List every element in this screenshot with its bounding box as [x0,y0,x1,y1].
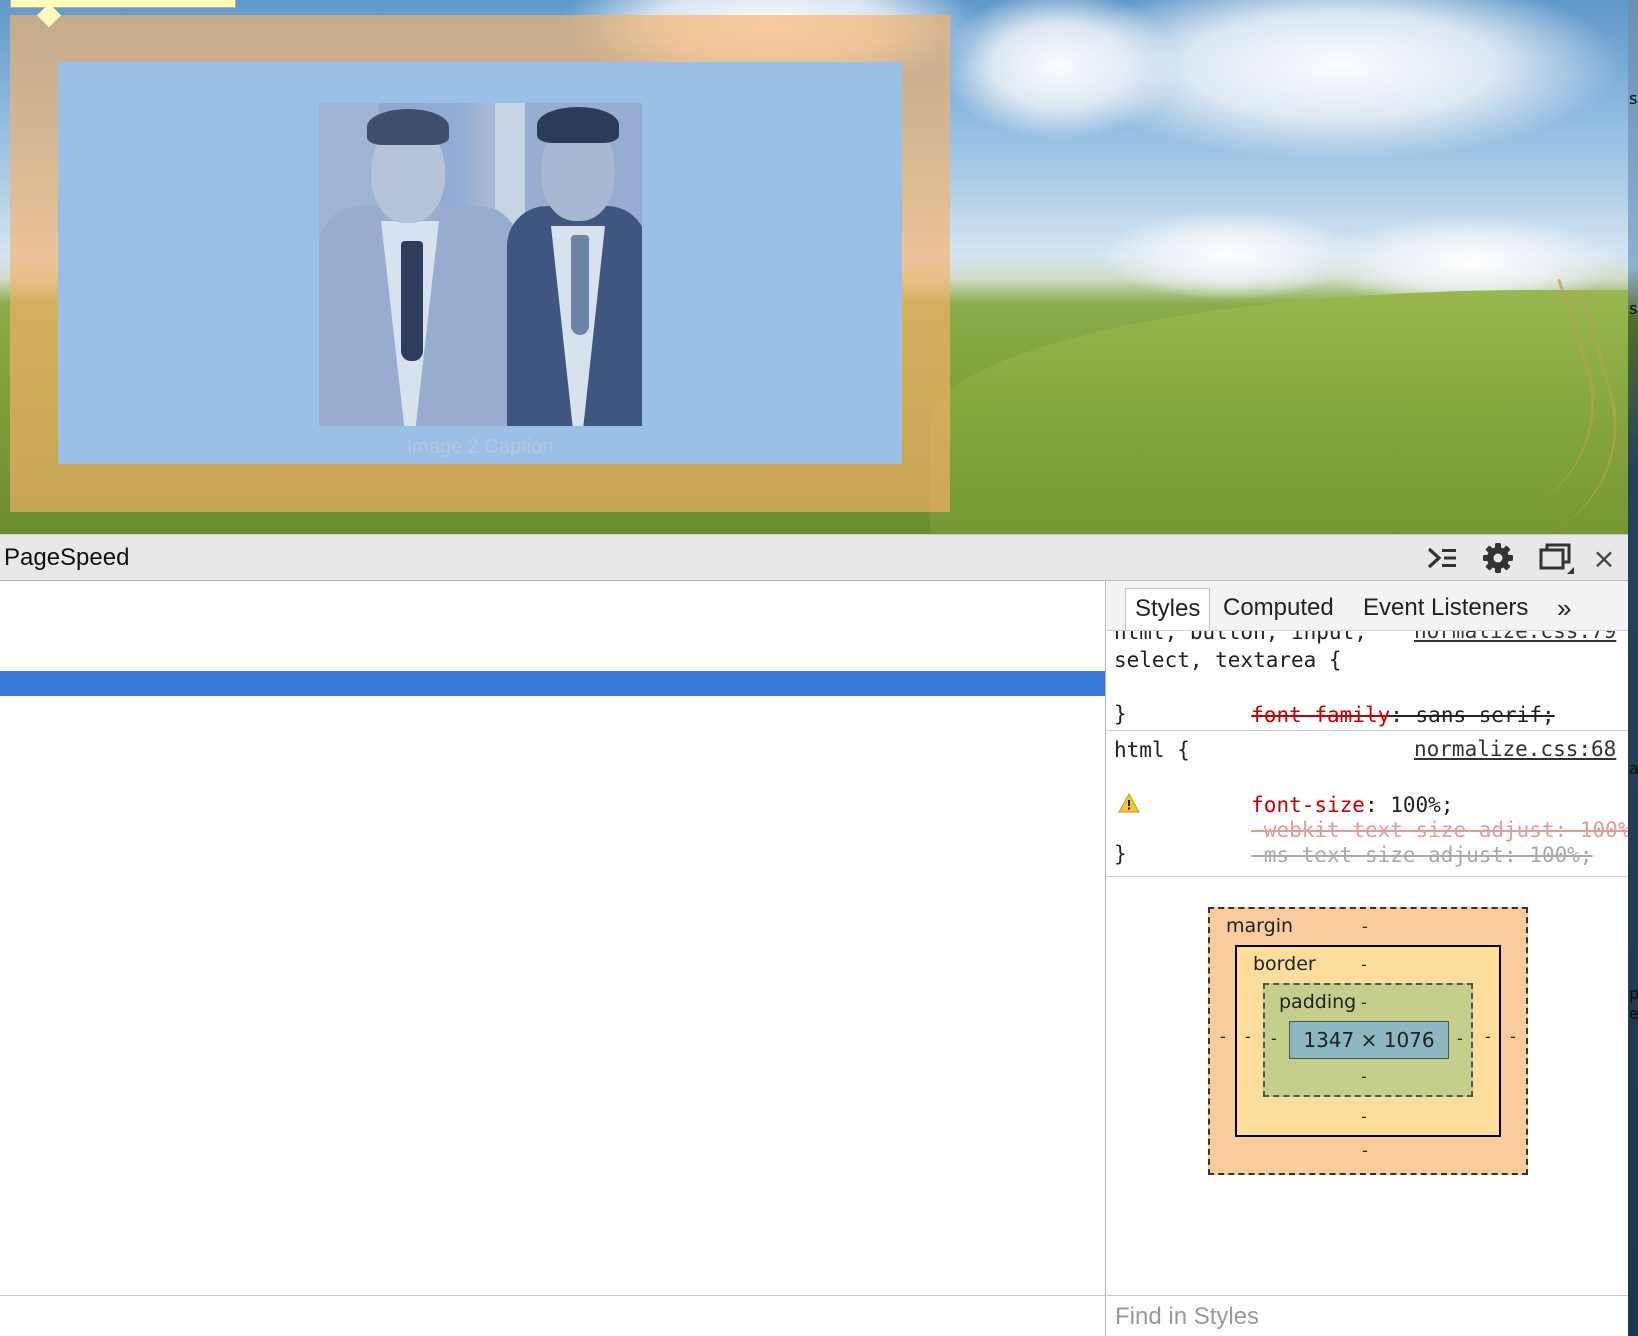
padding-right-value: - [1457,1029,1463,1048]
edge-fragment: s [1629,89,1638,108]
rule-source-link[interactable]: normalize.css:68 [1414,737,1616,761]
margin-top-value: - [1362,917,1368,936]
panel-footer [0,1295,1105,1336]
declaration[interactable]: -ms-text-size-adjust: 100%; [1150,816,1593,894]
padding-left-value: - [1271,1029,1277,1048]
man1-tie [401,241,423,361]
rule-selector: html { [1114,738,1190,762]
box-model-padding[interactable]: padding - - - - 1347 × 1076 [1263,983,1473,1097]
rule-divider [1107,876,1628,877]
box-model-border[interactable]: border - - - - padding - - - - 1347 × 10… [1235,945,1501,1137]
edge-fragment: e [1629,1004,1638,1023]
tab-styles[interactable]: Styles [1125,588,1211,630]
border-top-value: - [1361,955,1367,974]
sidebar-tabs: Styles Computed Event Listeners » [1107,581,1628,631]
pagespeed-panel [0,581,1106,1336]
edge-fragment: a [1629,759,1638,778]
box-model-content-size[interactable]: 1347 × 1076 [1289,1021,1449,1059]
rule-close-brace: } [1114,842,1127,866]
margin-left-value: - [1220,1027,1226,1046]
style-rule: html { normalize.css:68 font-size: 100%;… [1107,731,1628,871]
padding-top-value: - [1361,993,1367,1012]
box-model-margin[interactable]: margin - - - - border - - - - padding - … [1208,907,1528,1175]
find-in-styles-bar [1107,1295,1628,1336]
settings-gear-icon[interactable] [1480,541,1516,575]
rule-close-brace: } [1114,702,1127,726]
border-right-value: - [1485,1027,1491,1046]
console-drawer-icon[interactable] [1424,541,1460,575]
man2-tie [571,235,589,335]
page-viewport: Image 2 Caption [0,0,1628,534]
warning-icon [1118,792,1140,817]
rule-selector: select, textarea { [1114,648,1342,672]
margin-label: margin [1226,915,1294,937]
padding-label: padding [1279,991,1357,1013]
colon: : [1390,703,1416,727]
border-left-value: - [1245,1027,1251,1046]
colon: : [1504,843,1530,867]
close-icon[interactable]: × [1590,541,1618,575]
tab-event-listeners[interactable]: Event Listeners [1363,588,1528,630]
man2-hair [537,107,619,143]
man1-hair [367,109,449,145]
border-label: border [1253,953,1316,975]
styles-sidebar: html, button, input, normalize.css:79 se… [1107,581,1628,1336]
property-value: sans-serif; [1415,703,1555,727]
selected-list-row[interactable] [0,671,1105,696]
background-window-edge: s s a p e [1628,0,1638,1336]
property-name: font-family [1251,703,1391,727]
image-caption: Image 2 Caption [406,436,554,458]
margin-right-value: - [1510,1027,1516,1046]
inspector-margin-overlay: Image 2 Caption [10,15,950,512]
devtools-toolbar: PageSpeed × [0,534,1628,581]
property-value: 100%; [1529,843,1593,867]
two-men-photo [319,103,642,426]
padding-bottom-value: - [1361,1067,1367,1086]
edge-fragment: p [1629,984,1638,1003]
tab-computed[interactable]: Computed [1223,588,1334,630]
margin-bottom-value: - [1362,1141,1368,1160]
edge-fragment: s [1629,299,1638,318]
cloud [1060,0,1620,160]
property-name: -ms-text-size-adjust [1251,843,1505,867]
more-tabs-icon[interactable]: » [1557,588,1571,630]
find-in-styles-input[interactable] [1115,1300,1615,1334]
panel-title: PageSpeed [4,544,130,571]
devtools-panel: PageSpeed × html, button, input, normali… [0,534,1628,1336]
dock-undock-icon[interactable] [1536,541,1580,575]
border-bottom-value: - [1361,1107,1367,1126]
inspector-content-overlay: Image 2 Caption [58,62,902,464]
